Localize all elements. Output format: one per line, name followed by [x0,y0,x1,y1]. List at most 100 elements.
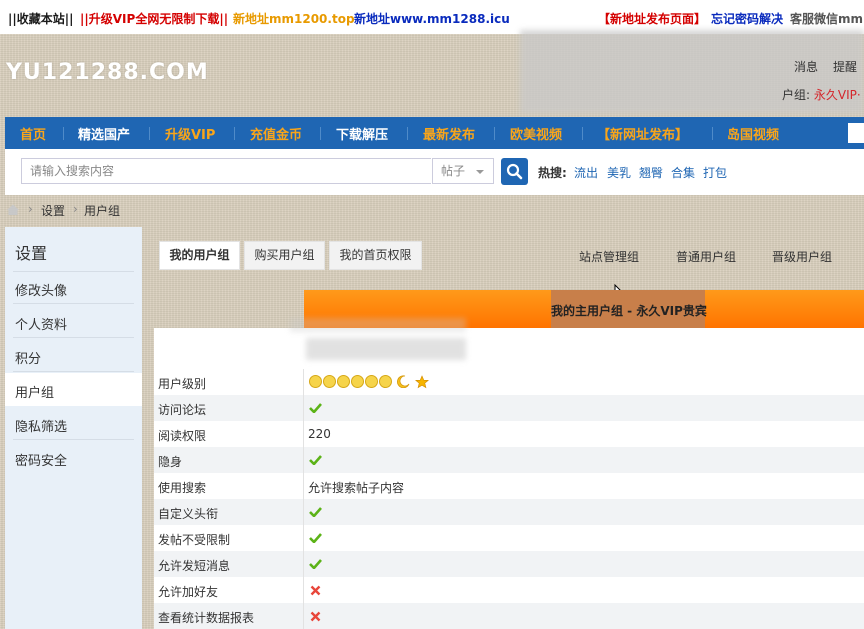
new-address-link-1[interactable]: 新地址mm1200.top [233,10,355,27]
tab-buy-group[interactable]: 购买用户组 [244,241,325,270]
breadcrumb-settings[interactable]: 设置 [41,202,65,219]
hot-search-term[interactable]: 流出 [574,164,598,181]
sidebar-divider [13,439,134,440]
user-level-icons [309,375,429,389]
nav-item-western[interactable]: 欧美视频 [510,124,562,143]
column-divider [303,369,304,395]
nav-item-latest[interactable]: 最新发布 [423,124,475,143]
hot-search-term[interactable]: 合集 [671,164,695,181]
permission-label: 阅读权限 [158,429,207,443]
table-row: 用户级别 [154,369,864,395]
sidebar-item-label: 用户组 [15,386,55,401]
permission-value: 允许搜索帖子内容 [308,481,405,495]
group-icon-redacted [290,318,466,332]
nav-item-new-address[interactable]: 【新网址发布】 [597,124,688,143]
sidebar-item-avatar[interactable]: 修改头像 [5,271,142,304]
user-group-indicator: 户组: 永久VIP· [782,86,861,103]
settings-sidebar: 设置 修改头像 个人资料 积分 用户组 隐私筛选 密码安全 [5,227,142,629]
check-icon [309,559,322,569]
search-input[interactable] [21,158,431,184]
new-address-link-2[interactable]: 新地址www.mm1288.icu [354,10,510,27]
sidebar-item-privacy[interactable]: 隐私筛选 [5,407,142,440]
search-button[interactable] [501,158,528,185]
permission-value: 220 [308,427,331,441]
sidebar-divider [13,303,134,304]
hot-search-term[interactable]: 翘臀 [639,164,663,181]
table-row: 使用搜索 允许搜索帖子内容 [154,473,864,499]
nav-item-download[interactable]: 下载解压 [336,124,388,143]
sidebar-item-credits[interactable]: 积分 [5,339,142,372]
chevron-down-icon [476,170,484,174]
tab-admin-group[interactable]: 站点管理组 [579,248,639,265]
permission-label: 访问论坛 [158,403,207,417]
table-row: 自定义头衔 [154,499,864,525]
sidebar-item-label: 个人资料 [15,318,68,333]
sidebar-item-label: 隐私筛选 [15,420,68,435]
tab-normal-group[interactable]: 普通用户组 [676,248,736,265]
home-icon[interactable] [6,203,20,216]
address-release-link[interactable]: 【新地址发布页面】 [598,10,706,27]
announcement-bar: ||收藏本站|| ||升级VIP全网无限制下载|| 新地址mm1200.top … [0,0,864,34]
permission-label: 允许加好友 [158,585,219,599]
tab-promoted-group[interactable]: 晋级用户组 [772,248,832,265]
messages-link[interactable]: 消息 [794,58,818,75]
hot-search-label: 热搜: [538,166,567,180]
permission-label: 隐身 [158,455,183,469]
sidebar-item-label: 密码安全 [15,454,68,469]
search-icon [506,163,523,180]
nav-item-home[interactable]: 首页 [20,124,46,143]
column-divider [303,447,304,473]
sidebar-title: 设置 [15,244,48,263]
nav-item-japan[interactable]: 岛国视频 [727,124,779,143]
table-row: 允许加好友 [154,577,864,603]
search-bar: 帖子 热搜: 流出 美乳 翘臀 合集 打包 [5,149,864,195]
table-row: 访问论坛 [154,395,864,421]
customer-service-text: 客服微信mm [790,12,864,26]
bookmark-site-link[interactable]: ||收藏本站|| [8,10,74,27]
site-logo[interactable]: YU121288.COM [6,60,209,85]
search-type-label: 帖子 [441,164,466,178]
column-divider [303,395,304,421]
sidebar-item-user-group[interactable]: 用户组 [5,373,142,406]
search-type-select[interactable]: 帖子 [432,158,494,184]
main-nav: 首页 精选国产 升级VIP 充值金币 下载解压 最新发布 欧美视频 【新网址发布… [5,117,864,149]
sidebar-item-label: 积分 [15,352,42,367]
check-icon [309,507,322,517]
user-group-value[interactable]: 永久VIP· [814,88,861,102]
hot-search-term[interactable]: 美乳 [607,164,631,181]
column-divider [303,603,304,629]
group-name-redacted [306,338,466,360]
hot-search-term[interactable]: 打包 [703,164,727,181]
check-icon [309,533,322,543]
sidebar-item-profile[interactable]: 个人资料 [5,305,142,338]
main-group-title: 我的主用户组 - 永久VIP贵宾 [551,304,707,318]
permission-label: 允许发短消息 [158,559,231,573]
tab-my-group[interactable]: 我的用户组 [159,241,240,270]
breadcrumb-separator: › [28,202,33,216]
nav-divider [234,127,235,140]
sidebar-item-password[interactable]: 密码安全 [5,441,142,474]
upgrade-vip-link[interactable]: ||升级VIP全网无限制下载|| [80,10,228,27]
nav-item-recharge[interactable]: 充值金币 [250,124,302,143]
smiley-icon [365,375,378,388]
permission-label: 发帖不受限制 [158,533,231,547]
sidebar-item-label: 修改头像 [15,284,68,299]
nav-divider [320,127,321,140]
nav-item-upgrade-vip[interactable]: 升级VIP [165,124,215,143]
nav-item-featured[interactable]: 精选国产 [78,124,130,143]
table-row: 允许发短消息 [154,551,864,577]
forgot-password-link[interactable]: 忘记密码解决 [711,10,783,27]
column-divider [303,551,304,577]
tab-home-permissions[interactable]: 我的首页权限 [329,241,422,270]
column-divider [303,473,304,499]
cross-icon [310,585,321,596]
table-row: 阅读权限 220 [154,421,864,447]
smiley-icon [337,375,350,388]
reminders-link[interactable]: 提醒 [833,58,857,75]
check-icon [309,455,322,465]
group-info-row [154,328,864,369]
moon-icon [396,375,410,388]
sidebar-divider [13,371,134,372]
nav-search-box[interactable] [848,123,864,143]
star-icon [414,375,429,389]
